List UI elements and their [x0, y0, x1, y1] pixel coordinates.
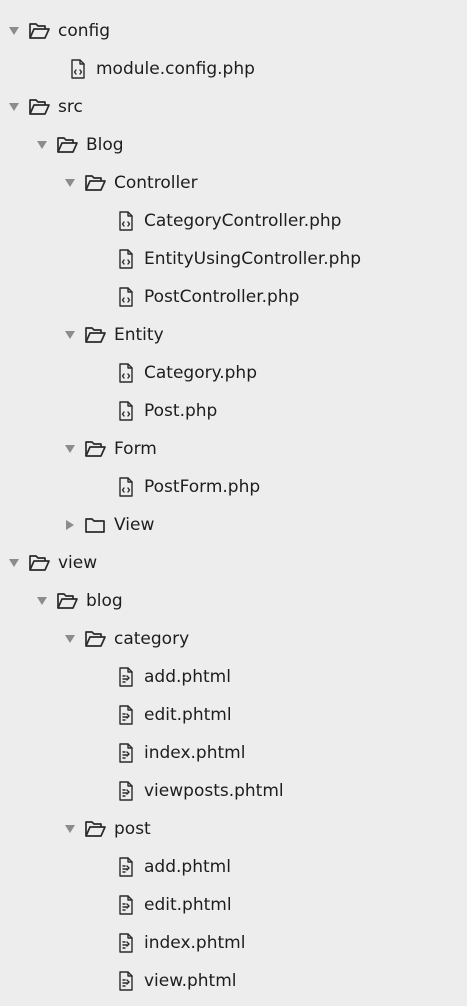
tree-item-label: CategoryController.php — [144, 211, 342, 231]
tree-item-label: index.phtml — [144, 743, 246, 763]
tree-file-index-phtml[interactable]: index.phtml — [0, 734, 467, 772]
folder-open-icon — [84, 628, 106, 650]
folder-open-icon — [56, 590, 78, 612]
tree-item-label: Blog — [86, 135, 124, 155]
folder-open-icon — [84, 172, 106, 194]
chevron-down-icon[interactable] — [64, 633, 76, 645]
tree-folder-form[interactable]: Form — [0, 430, 467, 468]
folder-open-icon — [84, 324, 106, 346]
tree-file-add-phtml[interactable]: add.phtml — [0, 848, 467, 886]
tree-item-label: edit.phtml — [144, 895, 232, 915]
tree-folder-blog[interactable]: Blog — [0, 126, 467, 164]
chevron-down-icon[interactable] — [8, 25, 20, 37]
chevron-down-icon[interactable] — [8, 557, 20, 569]
tree-item-label: config — [58, 21, 111, 41]
tree-item-label: Form — [114, 439, 157, 459]
chevron-down-icon[interactable] — [8, 101, 20, 113]
template-file-icon — [118, 667, 134, 687]
template-file-icon — [118, 971, 134, 991]
template-file-icon — [118, 705, 134, 725]
tree-folder-post[interactable]: post — [0, 810, 467, 848]
tree-folder-src[interactable]: src — [0, 88, 467, 126]
tree-folder-controller[interactable]: Controller — [0, 164, 467, 202]
tree-folder-view[interactable]: view — [0, 544, 467, 582]
tree-item-label: index.phtml — [144, 933, 246, 953]
chevron-down-icon[interactable] — [36, 595, 48, 607]
tree-item-label: module.config.php — [96, 59, 255, 79]
tree-file-add-phtml[interactable]: add.phtml — [0, 658, 467, 696]
chevron-down-icon[interactable] — [64, 823, 76, 835]
tree-item-label: Category.php — [144, 363, 257, 383]
tree-file-post-php[interactable]: Post.php — [0, 392, 467, 430]
tree-item-label: View — [114, 515, 155, 535]
chevron-right-icon[interactable] — [64, 519, 76, 531]
tree-item-label: edit.phtml — [144, 705, 232, 725]
chevron-down-icon[interactable] — [64, 177, 76, 189]
template-file-icon — [118, 743, 134, 763]
tree-folder-view[interactable]: View — [0, 506, 467, 544]
tree-item-label: PostForm.php — [144, 477, 261, 497]
folder-open-icon — [84, 438, 106, 460]
template-file-icon — [118, 895, 134, 915]
tree-folder-blog[interactable]: blog — [0, 582, 467, 620]
template-file-icon — [118, 781, 134, 801]
tree-item-label: viewposts.phtml — [144, 781, 284, 801]
tree-file-index-phtml[interactable]: index.phtml — [0, 924, 467, 962]
folder-open-icon — [28, 96, 50, 118]
php-file-icon — [118, 211, 134, 231]
tree-file-category-php[interactable]: Category.php — [0, 354, 467, 392]
tree-item-label: src — [58, 97, 83, 117]
tree-folder-category[interactable]: category — [0, 620, 467, 658]
tree-file-view-phtml[interactable]: view.phtml — [0, 962, 467, 1000]
tree-item-label: post — [114, 819, 151, 839]
tree-file-postcontroller-php[interactable]: PostController.php — [0, 278, 467, 316]
chevron-down-icon[interactable] — [64, 443, 76, 455]
tree-folder-entity[interactable]: Entity — [0, 316, 467, 354]
file-tree: config module.config.php src Blog Control… — [0, 0, 467, 1006]
tree-item-label: blog — [86, 591, 123, 611]
chevron-down-icon[interactable] — [36, 139, 48, 151]
tree-item-label: view — [58, 553, 98, 573]
tree-file-module-config-php[interactable]: module.config.php — [0, 50, 467, 88]
php-file-icon — [118, 401, 134, 421]
folder-open-icon — [56, 134, 78, 156]
tree-folder-config[interactable]: config — [0, 12, 467, 50]
php-file-icon — [118, 249, 134, 269]
folder-open-icon — [84, 818, 106, 840]
tree-item-label: view.phtml — [144, 971, 237, 991]
php-file-icon — [118, 363, 134, 383]
tree-file-postform-php[interactable]: PostForm.php — [0, 468, 467, 506]
tree-item-label: add.phtml — [144, 667, 231, 687]
folder-open-icon — [28, 20, 50, 42]
php-file-icon — [118, 287, 134, 307]
tree-item-label: Controller — [114, 173, 198, 193]
php-file-icon — [70, 59, 86, 79]
tree-item-label: Post.php — [144, 401, 218, 421]
template-file-icon — [118, 933, 134, 953]
tree-item-label: EntityUsingController.php — [144, 249, 362, 269]
php-file-icon — [118, 477, 134, 497]
tree-item-label: Entity — [114, 325, 164, 345]
tree-file-entityusingcontroller-php[interactable]: EntityUsingController.php — [0, 240, 467, 278]
tree-file-categorycontroller-php[interactable]: CategoryController.php — [0, 202, 467, 240]
tree-item-label: add.phtml — [144, 857, 231, 877]
folder-icon — [84, 514, 106, 536]
template-file-icon — [118, 857, 134, 877]
tree-item-label: category — [114, 629, 190, 649]
chevron-down-icon[interactable] — [64, 329, 76, 341]
tree-file-edit-phtml[interactable]: edit.phtml — [0, 696, 467, 734]
tree-file-edit-phtml[interactable]: edit.phtml — [0, 886, 467, 924]
tree-file-viewposts-phtml[interactable]: viewposts.phtml — [0, 772, 467, 810]
folder-open-icon — [28, 552, 50, 574]
tree-item-label: PostController.php — [144, 287, 300, 307]
